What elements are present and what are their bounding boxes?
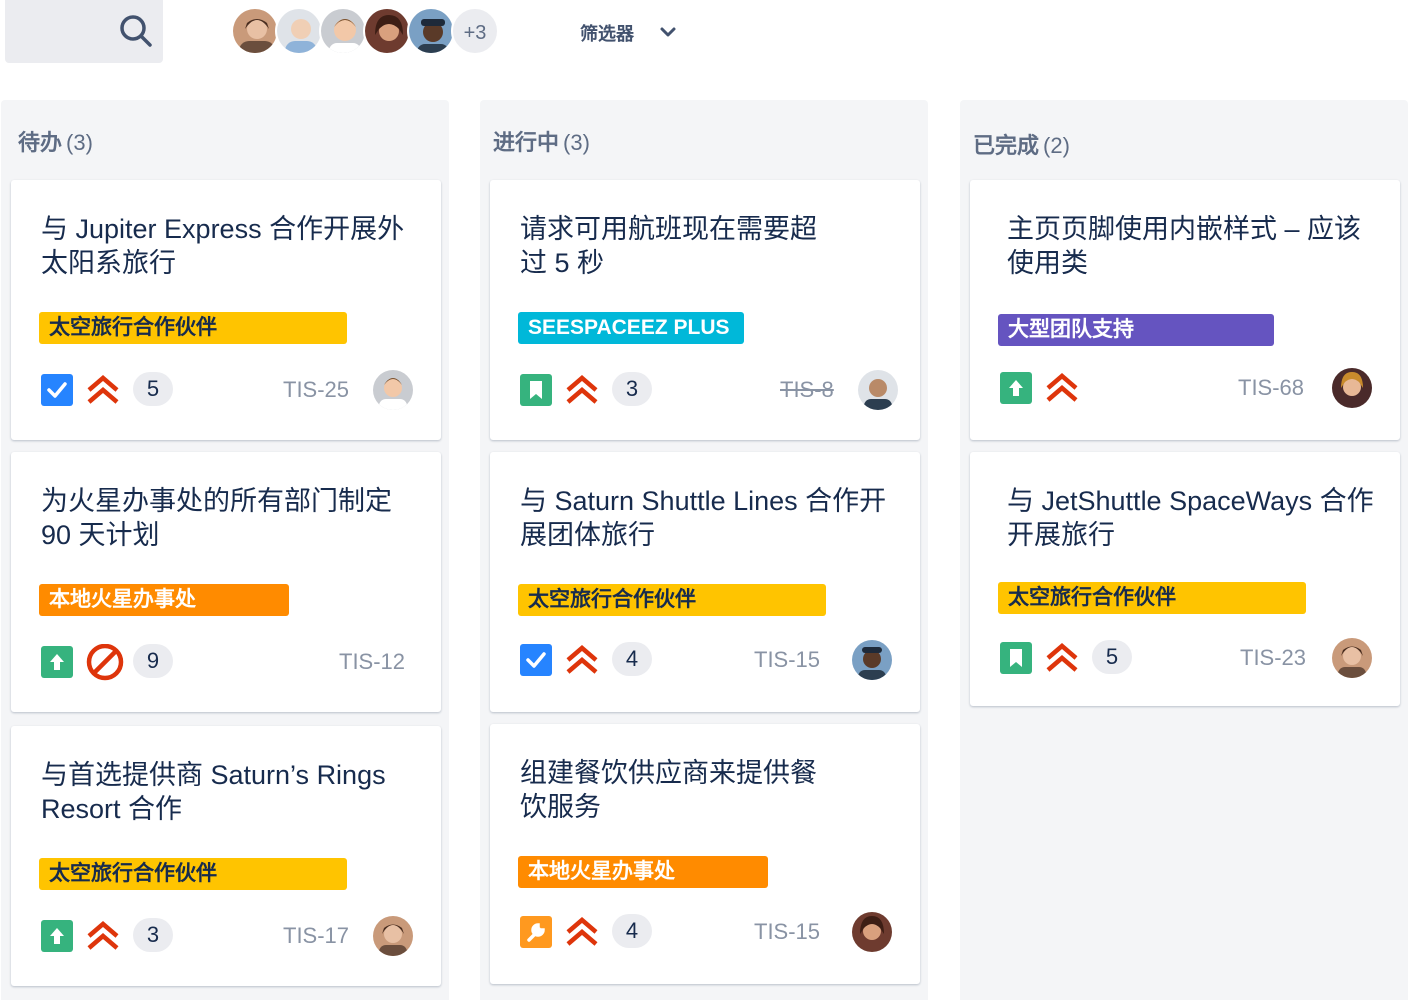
avatar[interactable]: [319, 7, 367, 55]
issue-card[interactable]: 与 Saturn Shuttle Lines 合作开展团体旅行 太空旅行合作伙伴…: [490, 452, 920, 712]
epic-label: SEESPACEEZ PLUS: [518, 312, 744, 344]
issue-card[interactable]: 与首选提供商 Saturn’s Rings Resort 合作 太空旅行合作伙伴…: [11, 726, 441, 986]
card-title: 主页页脚使用内嵌样式 – 应该使用类: [1007, 214, 1362, 278]
assignee-avatar[interactable]: [1332, 368, 1372, 408]
improvement-icon: [1000, 372, 1032, 404]
improvement-icon: [41, 920, 73, 952]
column-done: 已完成 (2) 主页页脚使用内嵌样式 – 应该使用类 大型团队支持 TIS-68 …: [960, 100, 1408, 1000]
issue-key[interactable]: TIS-23: [1240, 645, 1306, 671]
blocker-icon: [86, 644, 124, 681]
issue-key[interactable]: TIS-68: [1238, 375, 1304, 401]
story-points: 5: [133, 372, 173, 406]
filter-label: 筛选器: [580, 24, 634, 44]
assignee-avatar[interactable]: [373, 370, 413, 410]
issue-card[interactable]: 与 JetShuttle SpaceWays 合作开展旅行 太空旅行合作伙伴 5…: [970, 452, 1400, 706]
card-title: 与 Saturn Shuttle Lines 合作开展团体旅行: [520, 486, 887, 550]
issue-card[interactable]: 请求可用航班现在需要超过 5 秒 SEESPACEEZ PLUS 3 TIS-8: [490, 180, 920, 440]
epic-label: 太空旅行合作伙伴: [39, 858, 347, 890]
assignee-avatar[interactable]: [852, 640, 892, 680]
issue-key[interactable]: TIS-15: [754, 647, 820, 673]
search-icon: [120, 15, 152, 47]
issue-key[interactable]: TIS-17: [283, 923, 349, 949]
issue-card[interactable]: 为火星办事处的所有部门制定 90 天计划 本地火星办事处 9 TIS-12: [11, 452, 441, 712]
wrench-icon: [520, 916, 552, 948]
avatar[interactable]: [363, 7, 411, 55]
card-title: 与 Jupiter Express 合作开展外太阳系旅行: [41, 214, 405, 278]
issue-key[interactable]: TIS-12: [339, 649, 405, 675]
issue-key[interactable]: TIS-15: [754, 919, 820, 945]
epic-label: 大型团队支持: [998, 314, 1274, 346]
epic-label: 太空旅行合作伙伴: [39, 312, 347, 344]
story-points: 3: [612, 372, 652, 406]
priority-highest-icon: [1046, 373, 1078, 402]
avatar[interactable]: [231, 7, 279, 55]
column-title: 已完成 (2): [973, 133, 1070, 158]
improvement-icon: [41, 646, 73, 678]
story-points: 4: [612, 642, 652, 676]
story-points: 3: [133, 918, 173, 952]
story-points: 4: [612, 914, 652, 948]
story-icon: [1000, 642, 1032, 674]
avatar[interactable]: [275, 7, 323, 55]
priority-highest-icon: [87, 921, 119, 950]
priority-highest-icon: [566, 375, 598, 404]
assignee-avatar[interactable]: [1332, 638, 1372, 678]
epic-label: 太空旅行合作伙伴: [998, 582, 1306, 614]
card-title: 与首选提供商 Saturn’s Rings Resort 合作: [41, 760, 386, 824]
card-title: 请求可用航班现在需要超过 5 秒: [520, 214, 817, 278]
priority-highest-icon: [566, 645, 598, 674]
story-points: 9: [133, 644, 173, 678]
chevron-down-icon: [660, 27, 676, 37]
issue-card[interactable]: 与 Jupiter Express 合作开展外太阳系旅行 太空旅行合作伙伴 5 …: [11, 180, 441, 440]
card-title: 为火星办事处的所有部门制定 90 天计划: [41, 486, 392, 550]
column-in-progress: 进行中 (3) 请求可用航班现在需要超过 5 秒 SEESPACEEZ PLUS …: [480, 100, 928, 1000]
assignee-avatar[interactable]: [852, 912, 892, 952]
filter-dropdown[interactable]: 筛选器: [580, 20, 676, 46]
epic-label: 本地火星办事处: [518, 856, 768, 888]
issue-key[interactable]: TIS-25: [283, 377, 349, 403]
story-icon: [520, 374, 552, 406]
epic-label: 太空旅行合作伙伴: [518, 584, 826, 616]
assignee-avatar[interactable]: [373, 916, 413, 956]
card-title: 组建餐饮供应商来提供餐饮服务: [520, 758, 817, 822]
story-points: 5: [1092, 640, 1132, 674]
task-icon: [520, 644, 552, 676]
column-title: 进行中 (3): [493, 130, 590, 155]
epic-label: 本地火星办事处: [39, 584, 289, 616]
column-todo: 待办 (3) 与 Jupiter Express 合作开展外太阳系旅行 太空旅行合…: [1, 100, 449, 1000]
issue-card[interactable]: 组建餐饮供应商来提供餐饮服务 本地火星办事处 4 TIS-15: [490, 724, 920, 984]
column-title: 待办 (3): [18, 130, 93, 155]
avatar[interactable]: [407, 7, 455, 55]
priority-highest-icon: [87, 375, 119, 404]
more-members-badge[interactable]: +3: [451, 7, 499, 55]
priority-highest-icon: [566, 917, 598, 946]
issue-card[interactable]: 主页页脚使用内嵌样式 – 应该使用类 大型团队支持 TIS-68: [970, 180, 1400, 440]
priority-highest-icon: [1046, 643, 1078, 672]
search-box[interactable]: [5, 0, 163, 63]
issue-key[interactable]: TIS-8: [780, 377, 834, 403]
card-title: 与 JetShuttle SpaceWays 合作开展旅行: [1007, 486, 1374, 550]
task-icon: [41, 374, 73, 406]
assignee-avatar[interactable]: [858, 370, 898, 410]
